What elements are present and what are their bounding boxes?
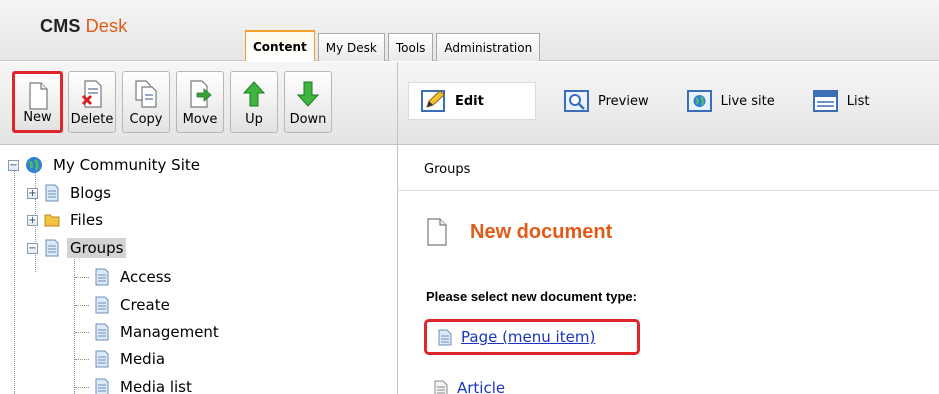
tree-label-management: Management [120,323,219,341]
list-icon [812,90,838,112]
preview-label: Preview [598,93,649,109]
tree-root-node[interactable]: − My Community Site [8,154,203,176]
move-button[interactable]: Move [176,71,224,133]
page-icon [95,378,109,394]
content-pane: Groups New document Please select new do… [398,146,939,394]
page-icon [95,268,109,286]
new-document-icon [28,82,48,110]
page-icon [45,239,59,257]
live-site-label: Live site [720,93,775,109]
tab-my-desk[interactable]: My Desk [317,33,385,61]
header-bar: CMS Desk Content My Desk Tools Administra… [0,0,939,61]
expand-icon[interactable]: + [27,214,38,226]
tree-label-groups: Groups [67,238,127,258]
up-button-label: Up [245,112,263,127]
collapse-icon[interactable]: − [27,242,38,254]
expand-icon[interactable]: + [27,187,38,199]
document-icon [427,218,447,246]
main-tabs: Content My Desk Tools Administration [245,30,543,61]
tab-administration[interactable]: Administration [436,33,541,61]
preview-magnifier-icon [564,90,589,112]
tree-label-media: Media [120,350,166,368]
doc-type-link-article[interactable]: Article [457,379,505,394]
breadcrumb-divider [398,190,939,191]
delete-icon [81,80,102,108]
tree-label-blogs: Blogs [70,184,111,202]
down-button[interactable]: Down [284,71,332,133]
tree-item-media[interactable]: Media [94,348,168,370]
breadcrumb: Groups [424,162,471,177]
page-icon [434,380,448,394]
page-icon [95,296,109,314]
arrow-up-icon [242,81,266,107]
tree-item-access[interactable]: Access [94,266,174,288]
down-button-label: Down [289,112,327,127]
tree-label-access: Access [120,268,172,286]
select-type-prompt: Please select new document type: [426,289,637,304]
live-site-button[interactable]: Live site [677,82,785,120]
globe-icon [686,90,712,112]
up-button[interactable]: Up [230,71,278,133]
edit-pencil-icon [421,90,445,112]
page-title: New document [470,220,613,243]
delete-button[interactable]: Delete [68,71,116,133]
tree-item-blogs[interactable]: + Blogs [27,182,114,204]
page-heading: New document [426,218,612,246]
new-button[interactable]: New [12,71,63,133]
tree-guide-line [75,305,89,306]
tree-label-media-list: Media list [120,378,192,394]
tree-guide-line [75,387,89,388]
folder-icon [44,214,60,227]
page-icon [45,184,59,202]
new-button-label: New [23,110,52,125]
tree-guide-line [75,332,89,333]
doc-type-page-menu-item[interactable]: Page (menu item) [424,319,640,355]
document-actions: New Delete Copy Move Up Down [12,71,338,133]
doc-type-article[interactable]: Article [434,379,505,394]
collapse-icon[interactable]: − [8,159,19,171]
edit-label: Edit [455,93,484,109]
tree-item-create[interactable]: Create [94,294,173,316]
page-icon [95,323,109,341]
tree-root-label: My Community Site [53,156,200,174]
move-icon [190,80,212,108]
logo-desk-text: Desk [85,16,128,36]
move-button-label: Move [182,112,218,127]
preview-button[interactable]: Preview [554,82,659,120]
tree-guide-line [75,277,89,278]
tree-item-groups[interactable]: − Groups [27,237,127,259]
page-icon [95,350,109,368]
arrow-down-icon [296,81,320,107]
list-button[interactable]: List [803,82,880,120]
view-mode-bar: Edit Preview Live site List [408,82,898,120]
globe-icon [26,157,42,173]
tree-label-create: Create [120,296,170,314]
copy-icon [135,80,157,108]
tree-item-media-list[interactable]: Media list [94,376,195,394]
content-tree: − My Community Site + Blogs + Files − Gr… [0,146,397,394]
tree-guide-line [74,253,75,394]
app-logo: CMS Desk [40,16,127,37]
list-label: List [846,93,870,109]
copy-button[interactable]: Copy [122,71,170,133]
page-icon [438,329,452,345]
tree-guide-line [14,168,15,394]
edit-button[interactable]: Edit [408,82,536,120]
tree-guide-line [75,359,89,360]
tree-item-management[interactable]: Management [94,321,222,343]
delete-button-label: Delete [70,112,114,127]
logo-cms-text: CMS [40,16,81,36]
tree-item-files[interactable]: + Files [27,209,106,231]
tab-content[interactable]: Content [245,30,315,61]
tab-tools[interactable]: Tools [387,33,434,61]
copy-button-label: Copy [129,112,163,127]
tree-label-files: Files [70,211,103,229]
doc-type-link-page[interactable]: Page (menu item) [461,328,595,346]
